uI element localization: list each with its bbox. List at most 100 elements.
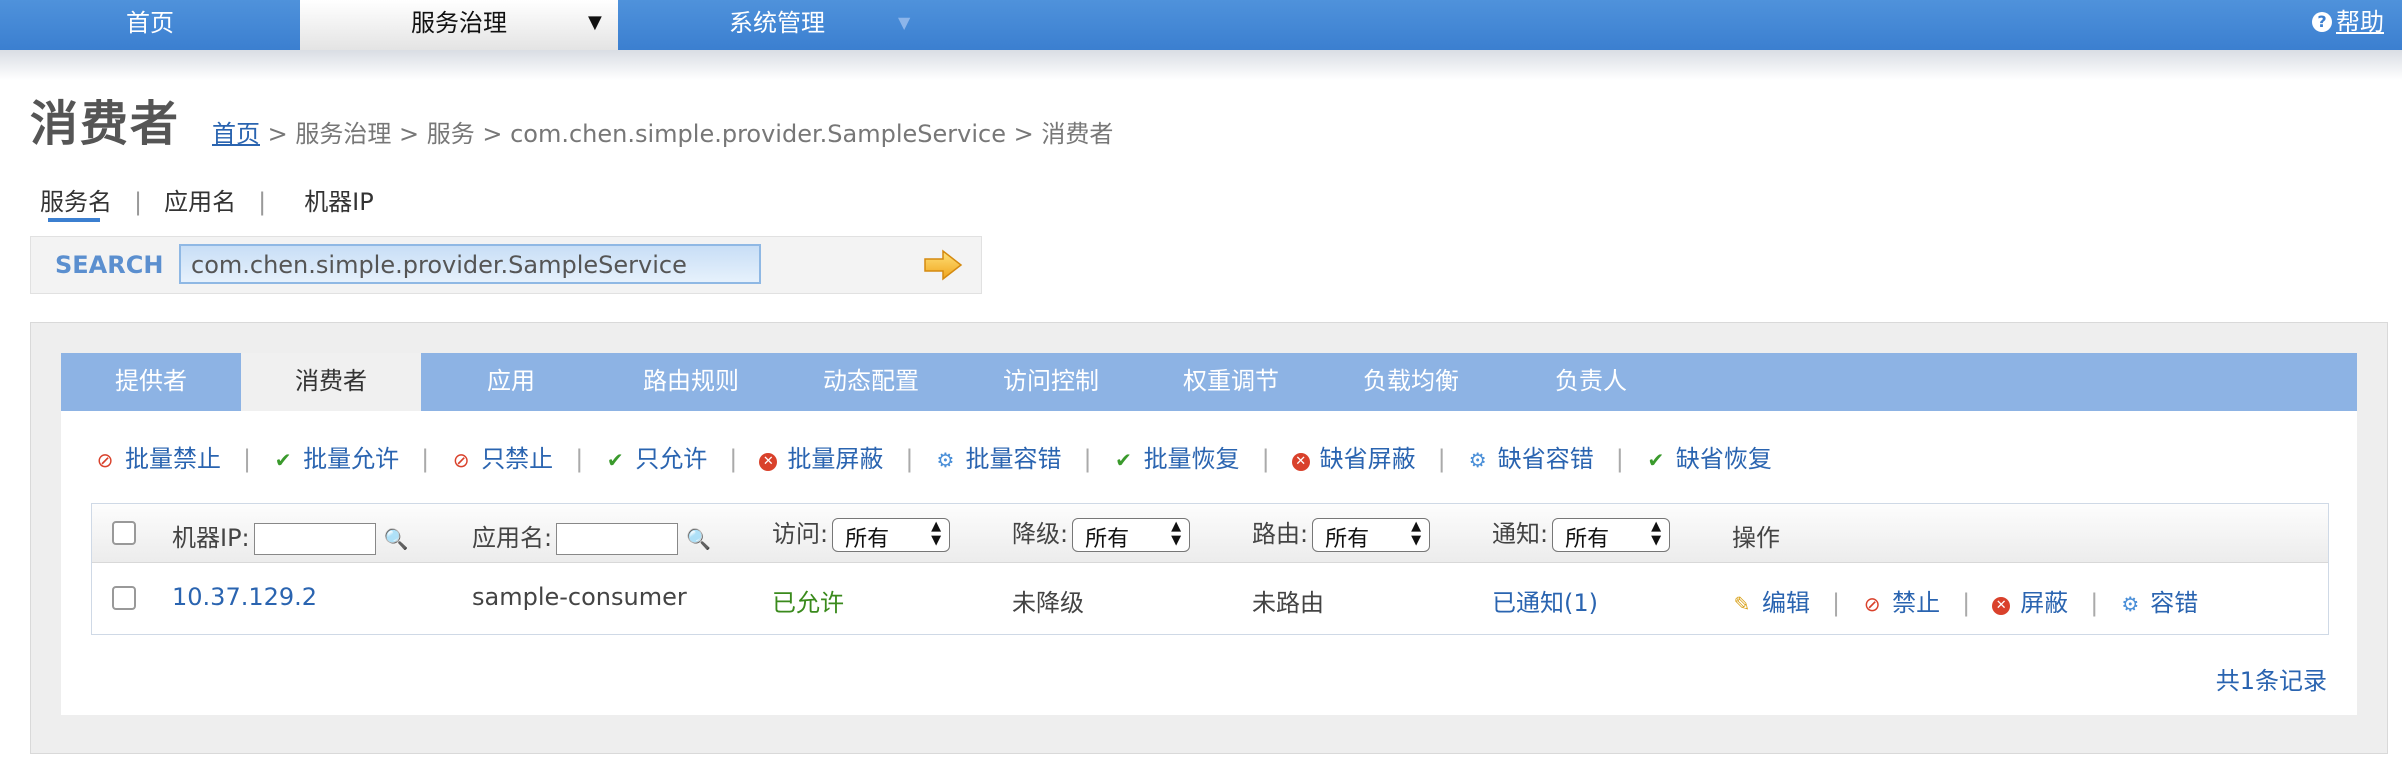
row-app: sample-consumer [472, 583, 687, 611]
route-select[interactable]: 所有 ▲ ▼ [1312, 518, 1431, 552]
gear-icon: ⚙ [936, 448, 955, 472]
tab-weights[interactable]: 权重调节 [1141, 353, 1321, 411]
row-checkbox[interactable] [112, 586, 136, 610]
row-ip-link[interactable]: 10.37.129.2 [172, 583, 317, 611]
separator: | [575, 445, 584, 473]
tab-applications[interactable]: 应用 [421, 353, 601, 411]
separator: | [258, 188, 267, 216]
nav-home-label: 首页 [126, 9, 174, 37]
forbid-button[interactable]: ⊘ 禁止 [1862, 583, 1940, 618]
search-input[interactable]: com.chen.simple.provider.SampleService [179, 244, 761, 284]
search-label: SEARCH [55, 251, 164, 279]
access-header: 访问: [772, 520, 829, 548]
select-all-checkbox[interactable] [112, 521, 136, 545]
check-icon: ✔ [1115, 448, 1132, 472]
separator: | [1083, 445, 1092, 473]
tab-load-balance[interactable]: 负载均衡 [1321, 353, 1501, 411]
gear-icon: ⚙ [2121, 592, 2140, 616]
search-tab-ip[interactable]: 机器IP [304, 188, 374, 216]
ban-icon: ⊘ [96, 448, 114, 472]
ip-header: 机器IP: [172, 524, 250, 552]
separator: | [1261, 445, 1270, 473]
search-tab-service[interactable]: 服务名 [40, 188, 112, 216]
batch-allow-button[interactable]: ✔ 批量允许 [273, 439, 399, 474]
tab-consumers[interactable]: 消费者 [241, 353, 421, 411]
notify-header: 通知: [1492, 520, 1549, 548]
route-header: 路由: [1252, 520, 1309, 548]
batch-recover-button[interactable]: ✔ 批量恢复 [1114, 439, 1239, 474]
only-forbid-button[interactable]: ⊘ 只禁止 [451, 439, 553, 474]
default-shield-button[interactable]: ✕ 缺省屏蔽 [1291, 439, 1416, 474]
ban-icon: ⊘ [1863, 592, 1881, 616]
access-select[interactable]: 所有 ▲ ▼ [832, 518, 951, 552]
separator: | [421, 445, 430, 473]
arrow-right-icon[interactable] [923, 249, 963, 281]
ban-icon: ⊘ [452, 448, 470, 472]
search-type-tabs: 服务名 | 应用名 | 机器IP [40, 182, 374, 217]
shield-button[interactable]: ✕ 屏蔽 [1992, 583, 2068, 618]
nav-service-governance[interactable]: 服务治理 ▼ [300, 0, 618, 50]
tab-owners[interactable]: 负责人 [1501, 353, 1681, 411]
app-filter-input[interactable] [556, 523, 679, 555]
tab-routing-rules[interactable]: 路由规则 [601, 353, 781, 411]
app-filter: 应用名: 🔍 [472, 518, 711, 555]
action-label: 缺省恢复 [1675, 445, 1772, 473]
action-label: 批量屏蔽 [787, 445, 884, 473]
select-arrows-icon: ▲ ▼ [931, 519, 942, 548]
select-arrows-icon: ▲ ▼ [1171, 519, 1182, 548]
batch-shield-button[interactable]: ✕ 批量屏蔽 [759, 439, 883, 474]
table-row: 10.37.129.2 sample-consumer 已允许 未降级 未路由 … [92, 563, 2328, 634]
consumers-table: 机器IP: 🔍 应用名: 🔍 访问: 所有 ▲ ▼ 降级: 所有 ▲ ▼ 路由: 所有 ▲ ▼ 通知:… [91, 503, 2329, 635]
nav-shadow [0, 50, 2402, 80]
search-icon[interactable]: 🔍 [686, 527, 711, 551]
notify-select[interactable]: 所有 ▲ ▼ [1552, 518, 1671, 552]
help-label: 帮助 [2336, 8, 2384, 36]
edit-button[interactable]: ✎ 编辑 [1732, 583, 1810, 618]
batch-actions: ⊘ 批量禁止 | ✔ 批量允许 | ⊘ 只禁止 | ✔ 只允许 | ✕ 批量屏蔽 | ⚙ 批量容错 | ✔ 批量恢复 |… [95, 439, 1772, 474]
top-nav: 首页 服务治理 ▼ 系统管理 ▼ ? 帮助 [0, 0, 2402, 50]
action-label: 批量容错 [965, 445, 1062, 473]
ip-filter-input[interactable] [253, 523, 376, 555]
gear-icon: ⚙ [1468, 448, 1487, 472]
nav-governance-label: 服务治理 [411, 9, 507, 37]
degrade-select[interactable]: 所有 ▲ ▼ [1072, 518, 1191, 552]
ip-filter: 机器IP: 🔍 [172, 518, 409, 555]
tab-providers[interactable]: 提供者 [61, 353, 241, 411]
x-circle-icon: ✕ [759, 453, 778, 471]
table-header: 机器IP: 🔍 应用名: 🔍 访问: 所有 ▲ ▼ 降级: 所有 ▲ ▼ 路由: 所有 ▲ ▼ 通知:… [92, 504, 2328, 563]
pencil-icon: ✎ [1733, 592, 1751, 616]
tab-access-control[interactable]: 访问控制 [961, 353, 1141, 411]
x-circle-icon: ✕ [1992, 597, 2011, 615]
batch-forbid-button[interactable]: ⊘ 批量禁止 [95, 439, 221, 474]
default-recover-button[interactable]: ✔ 缺省恢复 [1646, 439, 1772, 474]
search-tab-application[interactable]: 应用名 [164, 188, 236, 216]
row-degrade-status: 未降级 [1012, 589, 1084, 617]
check-icon: ✔ [274, 448, 292, 472]
separator: | [243, 445, 252, 473]
breadcrumb-path: > 服务治理 > 服务 > com.chen.simple.provider.S… [260, 120, 1114, 148]
only-allow-button[interactable]: ✔ 只允许 [605, 439, 707, 474]
action-label: 缺省屏蔽 [1319, 445, 1416, 473]
degrade-filter: 降级: 所有 ▲ ▼ [1012, 514, 1191, 552]
default-tolerant-button[interactable]: ⚙ 缺省容错 [1468, 439, 1594, 474]
batch-tolerant-button[interactable]: ⚙ 批量容错 [935, 439, 1062, 474]
row-operations: ✎ 编辑 | ⊘ 禁止 | ✕ 屏蔽 | ⚙ 容错 [1732, 583, 2199, 618]
main-panel: 提供者 消费者 应用 路由规则 动态配置 访问控制 权重调节 负载均衡 负责人 … [30, 322, 2388, 754]
x-circle-icon: ✕ [1291, 453, 1310, 471]
action-label: 批量允许 [303, 445, 400, 473]
breadcrumb-home-link[interactable]: 首页 [212, 120, 260, 148]
action-label: 只允许 [635, 445, 708, 473]
degrade-header: 降级: [1012, 520, 1069, 548]
select-value: 所有 [845, 527, 890, 552]
nav-home[interactable]: 首页 [0, 0, 300, 50]
nav-system-management[interactable]: 系统管理 ▼ [618, 0, 936, 50]
chevron-down-icon: ▼ [898, 13, 911, 32]
record-count: 共1条记录 [2215, 667, 2327, 695]
search-icon[interactable]: 🔍 [384, 527, 409, 551]
tolerant-button[interactable]: ⚙ 容错 [2120, 583, 2198, 618]
select-arrows-icon: ▲ ▼ [1411, 519, 1422, 548]
tab-dynamic-config[interactable]: 动态配置 [781, 353, 961, 411]
help-link[interactable]: ? 帮助 [2312, 0, 2384, 46]
op-label: 屏蔽 [2020, 589, 2069, 617]
row-notify-link[interactable]: 已通知(1) [1492, 583, 1598, 618]
